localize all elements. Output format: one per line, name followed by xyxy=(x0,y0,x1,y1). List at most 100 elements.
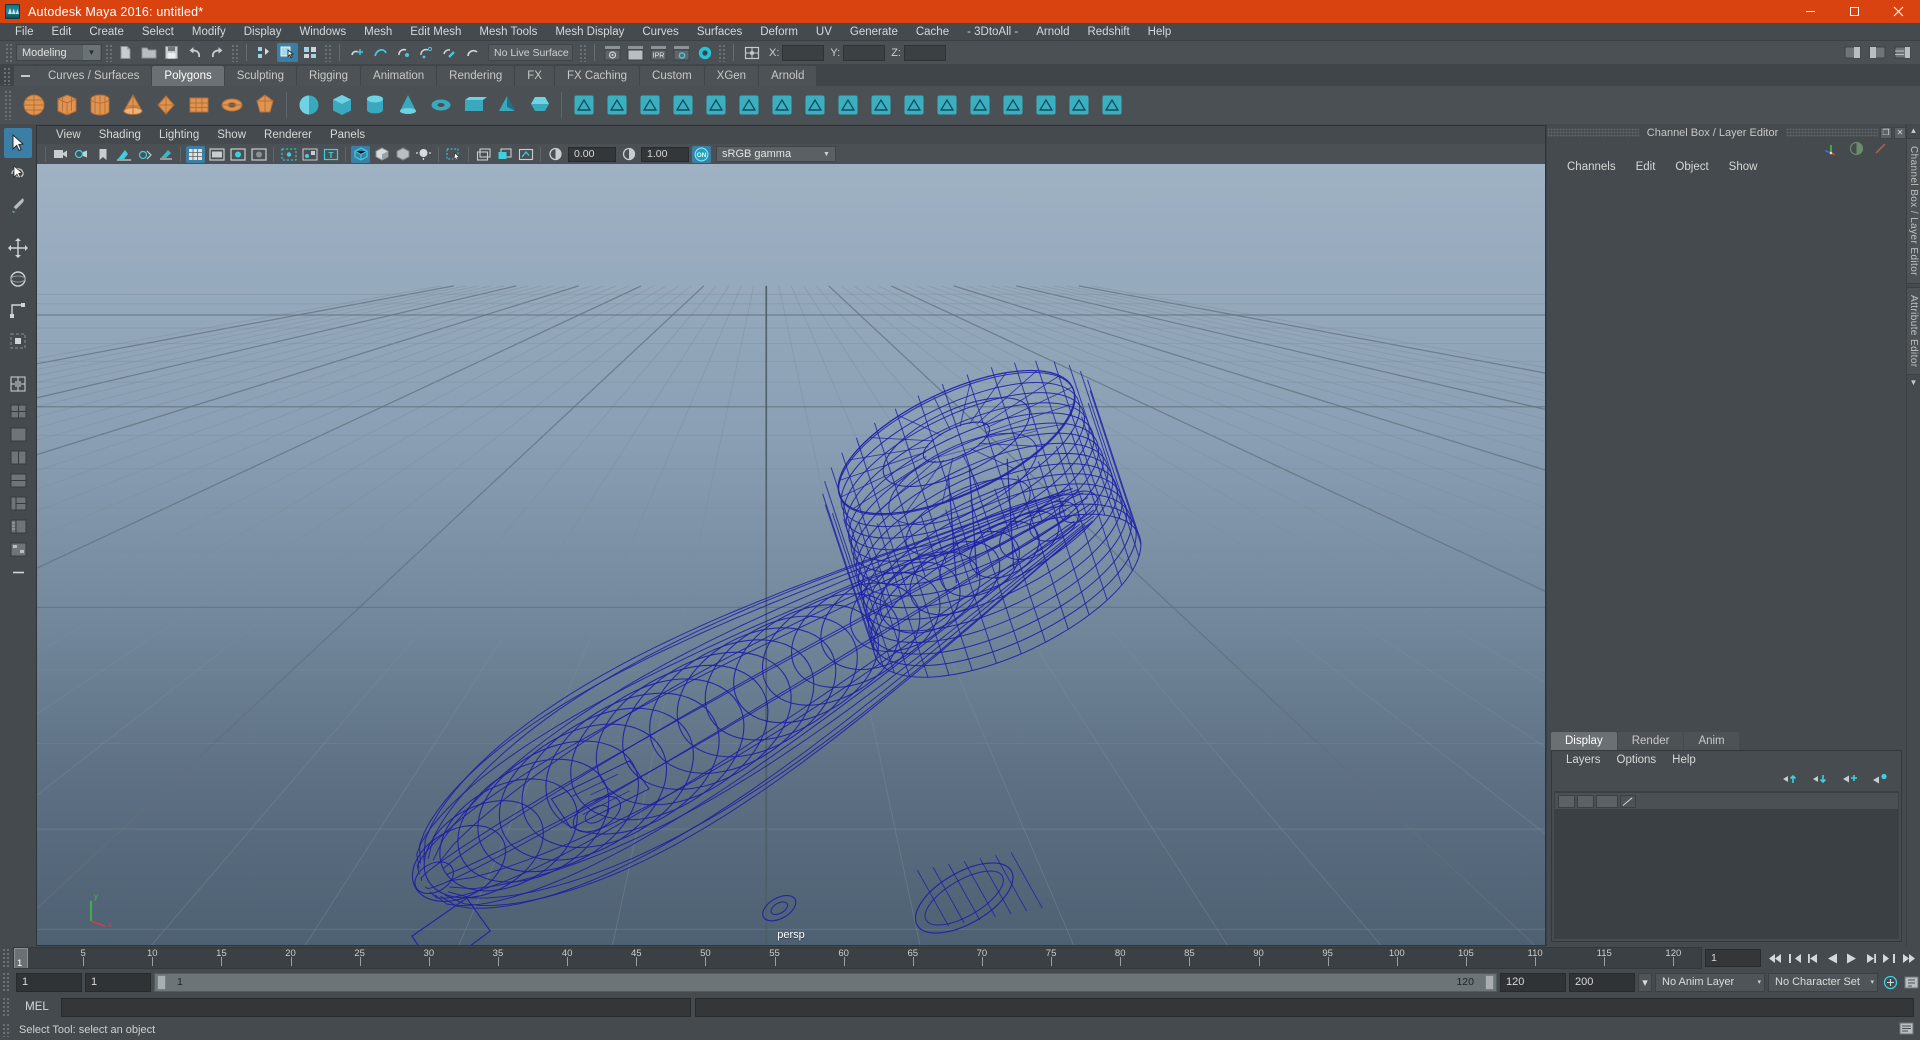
coord-x-input[interactable] xyxy=(782,44,825,61)
film-gate-icon[interactable] xyxy=(207,146,226,163)
scale-tool[interactable] xyxy=(4,295,32,325)
wireframe-icon[interactable] xyxy=(351,145,370,163)
range-end-handle[interactable] xyxy=(1485,974,1494,990)
snap-to-grid-icon[interactable] xyxy=(347,43,368,62)
color-space-dropdown[interactable]: sRGB gamma ▼ xyxy=(716,146,836,162)
select-by-component-icon[interactable] xyxy=(300,43,321,62)
menu-set-dropdown[interactable]: Modeling ▼ xyxy=(16,44,102,61)
boolean-difference-icon[interactable] xyxy=(898,90,929,121)
coord-z-input[interactable] xyxy=(903,44,946,61)
menu-item-edit-mesh[interactable]: Edit Mesh xyxy=(401,23,470,41)
extrude-icon[interactable] xyxy=(700,90,731,121)
poly-disc-icon[interactable] xyxy=(216,90,247,121)
viewport-menu-renderer[interactable]: Renderer xyxy=(255,126,321,144)
go-to-end-icon[interactable] xyxy=(1899,949,1917,967)
menu-item-curves[interactable]: Curves xyxy=(633,23,687,41)
sidebar-tool-settings-icon[interactable] xyxy=(1867,43,1888,62)
shaded-textured-icon[interactable] xyxy=(393,146,412,163)
texture-toggle-icon[interactable]: T xyxy=(321,146,340,163)
chevron-up-icon[interactable]: ▲ xyxy=(1910,126,1918,135)
viewport-menu-show[interactable]: Show xyxy=(208,126,255,144)
reduce-icon[interactable] xyxy=(1030,90,1061,121)
exposure-input[interactable]: 0.00 xyxy=(568,146,616,162)
gate-mask-icon[interactable] xyxy=(249,146,268,163)
move-tool[interactable] xyxy=(4,233,32,263)
menu-item-windows[interactable]: Windows xyxy=(290,23,355,41)
menu-item-edit[interactable]: Edit xyxy=(43,23,81,41)
layer-tab-display[interactable]: Display xyxy=(1551,732,1617,750)
resolution-gate-icon[interactable] xyxy=(228,146,247,163)
shadows-icon[interactable] xyxy=(156,146,175,163)
layer-menu-layers[interactable]: Layers xyxy=(1558,751,1609,769)
combine-icon[interactable] xyxy=(799,90,830,121)
command-output-field[interactable] xyxy=(695,997,1914,1017)
new-layer-icon[interactable] xyxy=(1842,773,1859,788)
layer-tab-render[interactable]: Render xyxy=(1617,732,1684,750)
auto-keyframe-icon[interactable] xyxy=(1881,973,1899,991)
cone-shaded-icon[interactable] xyxy=(392,90,423,121)
panel-drag-handle[interactable] xyxy=(1547,128,1639,137)
chevron-down-icon[interactable]: ▾ xyxy=(1757,978,1761,986)
single-perspective-layout[interactable] xyxy=(5,423,31,445)
shelf-tab-custom[interactable]: Custom xyxy=(640,66,704,86)
move-layer-down-icon[interactable] xyxy=(1812,773,1829,788)
undock-icon[interactable]: ❐ xyxy=(1880,126,1892,139)
layer-row[interactable] xyxy=(1555,793,1898,809)
create-polygon-tool-icon[interactable] xyxy=(568,90,599,121)
outliner-persp-layout[interactable] xyxy=(5,515,31,537)
dock-tab-attribute-editor[interactable]: Attribute Editor xyxy=(1906,286,1920,376)
step-forward-keyframe-icon[interactable] xyxy=(1880,949,1898,967)
step-forward-frame-icon[interactable] xyxy=(1861,949,1879,967)
menu-item-mesh-tools[interactable]: Mesh Tools xyxy=(470,23,546,41)
playback-options-icon[interactable]: ▾ xyxy=(1638,972,1652,992)
layer-visibility-toggle[interactable] xyxy=(1558,794,1575,808)
menu-item-create[interactable]: Create xyxy=(80,23,133,41)
poly-platonic-icon[interactable] xyxy=(249,90,280,121)
four-view-layout[interactable] xyxy=(5,400,31,422)
shelf-options-button[interactable] xyxy=(14,66,36,86)
new-layer-from-selected-icon[interactable] xyxy=(1872,773,1889,788)
menu-item-modify[interactable]: Modify xyxy=(183,23,235,41)
character-set-dropdown[interactable]: No Character Set ▾ xyxy=(1768,972,1878,992)
mirror-icon[interactable] xyxy=(964,90,995,121)
input-output-icon[interactable] xyxy=(741,43,762,62)
lighting-icon[interactable] xyxy=(414,146,433,163)
range-start-handle[interactable] xyxy=(157,974,166,990)
triangulate-icon[interactable] xyxy=(1063,90,1094,121)
playback-start-time-field[interactable]: 1 xyxy=(85,972,151,992)
gamma-icon[interactable] xyxy=(619,146,638,163)
step-back-frame-icon[interactable] xyxy=(1804,949,1822,967)
menu-item-3dtoall[interactable]: - 3DtoAll - xyxy=(958,23,1027,41)
poly-plane-icon[interactable] xyxy=(183,90,214,121)
expand-layout[interactable] xyxy=(5,561,31,583)
help-line-grip[interactable] xyxy=(2,1023,10,1037)
prism-shaded-icon[interactable] xyxy=(524,90,555,121)
rotate-tool[interactable] xyxy=(4,264,32,294)
poly-torus-icon[interactable] xyxy=(150,90,181,121)
quadrangulate-icon[interactable] xyxy=(1096,90,1127,121)
maximize-icon[interactable] xyxy=(1832,0,1876,23)
shelf-grip[interactable] xyxy=(3,67,11,85)
select-by-object-icon[interactable] xyxy=(277,43,298,62)
lasso-select-tool[interactable] xyxy=(4,159,32,189)
play-forwards-icon[interactable] xyxy=(1842,949,1860,967)
chevron-down-icon[interactable]: ▼ xyxy=(83,45,100,60)
boolean-intersection-icon[interactable] xyxy=(931,90,962,121)
time-slider-grip[interactable] xyxy=(2,948,10,968)
go-to-start-icon[interactable] xyxy=(1766,949,1784,967)
axis-manipulator-icon[interactable] xyxy=(1823,141,1840,159)
menu-item-file[interactable]: File xyxy=(6,23,43,41)
select-tool[interactable] xyxy=(4,128,32,158)
channel-box-menu-channels[interactable]: Channels xyxy=(1557,158,1626,176)
shelf-tab-rendering[interactable]: Rendering xyxy=(437,66,515,86)
shelf-row-grip[interactable] xyxy=(4,90,12,120)
make-live-icon[interactable] xyxy=(462,43,483,62)
current-frame-field[interactable]: 1 xyxy=(1705,949,1761,967)
two-sided-lighting-icon[interactable] xyxy=(135,146,154,163)
select-by-hierarchy-icon[interactable] xyxy=(254,43,275,62)
menu-item-arnold[interactable]: Arnold xyxy=(1027,23,1078,41)
menu-item-generate[interactable]: Generate xyxy=(841,23,907,41)
shelf-tab-xgen[interactable]: XGen xyxy=(704,66,759,86)
render-view-icon[interactable] xyxy=(602,43,623,62)
xray-icon[interactable] xyxy=(279,146,298,163)
